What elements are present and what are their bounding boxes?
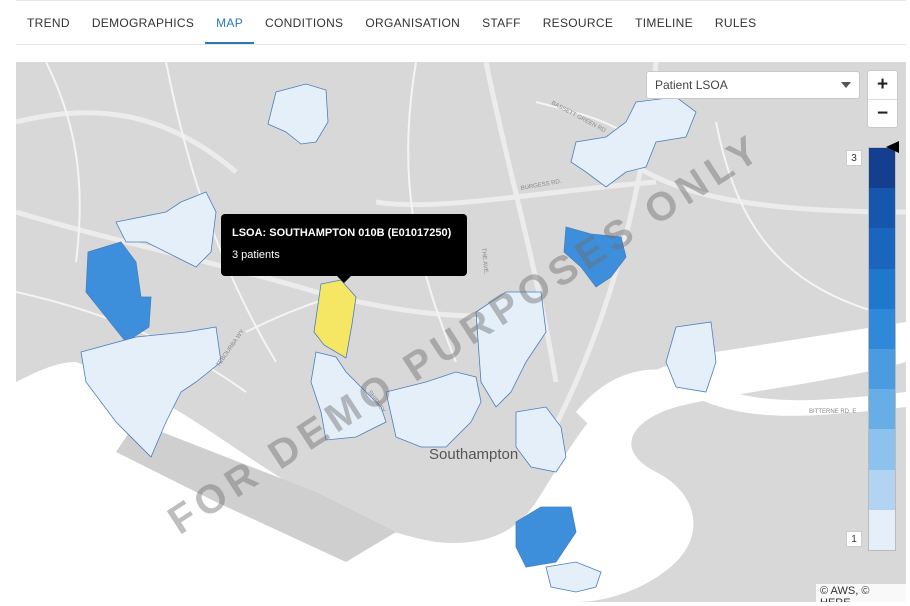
legend-swatch (869, 148, 895, 189)
legend-swatch (869, 509, 895, 551)
legend-swatch (869, 349, 895, 390)
legend-max-label: 3 (846, 150, 862, 166)
road-label: BASSETT GREEN RD (550, 100, 607, 134)
city-label: Southampton (429, 446, 519, 463)
tab-organisation[interactable]: ORGANISATION (354, 0, 471, 44)
tab-trend[interactable]: TREND (16, 0, 81, 44)
map-attribution: © AWS, © HERE (816, 584, 906, 602)
lsoa-area (313, 279, 357, 359)
legend-swatch (869, 308, 895, 350)
tooltip-value: 3 patients (232, 249, 280, 261)
road-label: BITTERNE RD. E (809, 409, 856, 415)
zoom-out-button[interactable]: − (868, 100, 897, 128)
legend-color-bar (868, 147, 896, 551)
tooltip-title: LSOA: SOUTHAMPTON 010B (E01017250) (232, 227, 452, 239)
tab-bar: TREND DEMOGRAPHICS MAP CONDITIONS ORGANI… (16, 0, 906, 45)
map-tooltip: LSOA: SOUTHAMPTON 010B (E01017250) 3 pat… (221, 214, 467, 283)
road-label: TEBOURBA WY (216, 329, 246, 368)
legend-swatch (869, 188, 895, 229)
tab-demographics[interactable]: DEMOGRAPHICS (81, 0, 205, 44)
legend-pointer-icon (886, 141, 899, 153)
zoom-in-button[interactable]: + (868, 71, 897, 100)
tab-rules[interactable]: RULES (704, 0, 768, 44)
legend-swatch (869, 389, 895, 430)
layer-select-value: Patient LSOA (655, 78, 728, 92)
lsoa-area (267, 83, 329, 145)
legend-min-label: 1 (846, 531, 862, 547)
tab-resource[interactable]: RESOURCE (532, 0, 624, 44)
road-label: THE AVE. (480, 248, 488, 275)
lsoa-area (665, 321, 717, 393)
chevron-down-icon (841, 82, 851, 88)
legend-swatch (869, 228, 895, 269)
legend-swatch (869, 429, 895, 470)
map-canvas[interactable]: BASSETT GREEN RD BURGESS RD. THE AVE. BI… (16, 62, 906, 602)
legend-swatch (869, 469, 895, 510)
zoom-control: + − (867, 70, 898, 128)
layer-select[interactable]: Patient LSOA (646, 71, 860, 99)
tab-map[interactable]: MAP (205, 0, 255, 44)
lsoa-area (85, 241, 152, 343)
tab-timeline[interactable]: TIMELINE (624, 0, 704, 44)
tab-staff[interactable]: STAFF (471, 0, 532, 44)
tab-conditions[interactable]: CONDITIONS (254, 0, 354, 44)
legend-swatch (869, 268, 895, 309)
